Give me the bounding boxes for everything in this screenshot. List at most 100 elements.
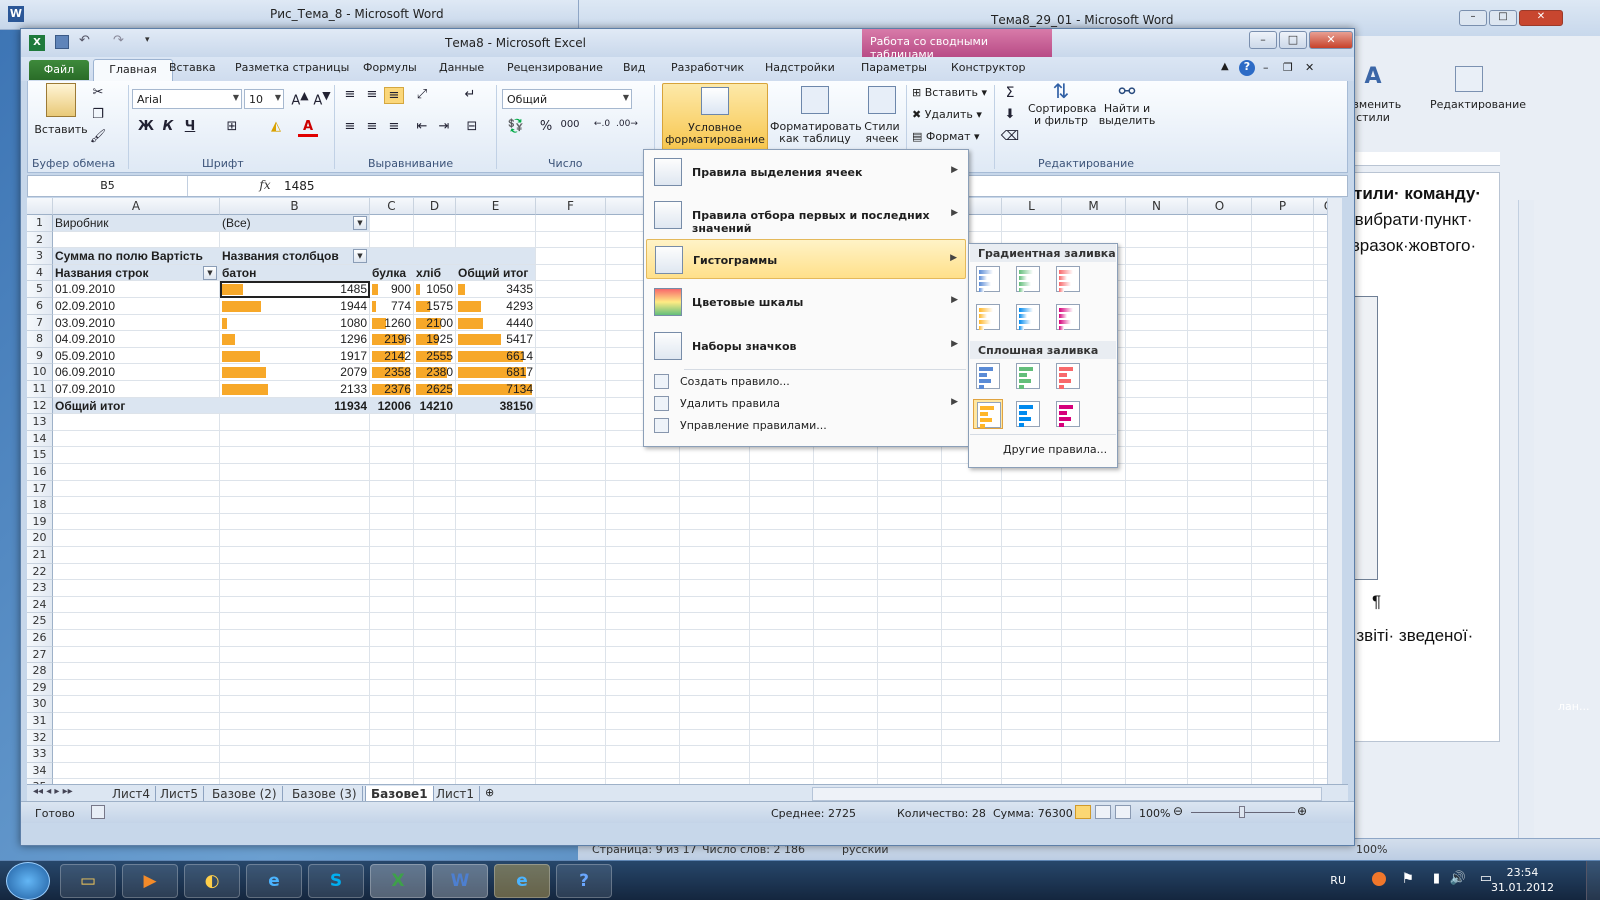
tab-formulas[interactable]: Формулы — [363, 61, 417, 74]
word-vertical-scrollbar[interactable] — [1518, 200, 1534, 840]
pivot-header[interactable]: батон — [222, 265, 367, 281]
pivot-row-label[interactable]: Названия строк — [55, 265, 217, 281]
undo-icon[interactable]: ↶ — [79, 33, 90, 48]
word-icon[interactable]: W — [432, 864, 488, 898]
format-as-table-button[interactable]: Форматировать как таблицу — [770, 83, 862, 145]
tab-data[interactable]: Данные — [439, 61, 484, 74]
borders-icon[interactable]: ⊞ — [222, 119, 242, 134]
font-color-icon[interactable]: A — [298, 119, 318, 137]
align-middle-icon[interactable]: ≡ — [362, 87, 382, 102]
ie-icon[interactable]: e — [246, 864, 302, 898]
normal-view-icon[interactable] — [1075, 805, 1091, 819]
font-grow-icon[interactable]: A▲ — [290, 89, 310, 108]
menu-color-scales[interactable]: Цветовые шкалы ▶ — [646, 282, 966, 322]
cell-styles-button[interactable]: Стили ячеек — [862, 83, 902, 145]
align-bottom-icon[interactable]: ≡ — [384, 87, 404, 104]
filter-dropdown-button[interactable]: ▼ — [353, 216, 367, 230]
excel-app-icon[interactable]: X — [29, 35, 45, 51]
pivot-value[interactable]: 2100 — [416, 315, 453, 331]
pivot-value[interactable]: 2358 — [372, 364, 411, 380]
pivot-row-date[interactable]: 05.09.2010 — [55, 348, 217, 364]
pivot-value[interactable]: 1050 — [416, 281, 453, 297]
pivot-value[interactable]: 2376 — [372, 381, 411, 397]
comma-style-icon[interactable]: 000 — [560, 119, 580, 130]
find-select-button[interactable]: ⚯ Найти и выделить — [1098, 81, 1156, 127]
row-header[interactable]: 19 — [27, 513, 53, 531]
row-header[interactable]: 5 — [27, 281, 53, 298]
filter-dropdown-button[interactable]: ▼ — [353, 249, 367, 264]
network-icon[interactable]: ▮ — [1433, 871, 1440, 886]
align-center-icon[interactable]: ≡ — [362, 119, 382, 134]
pivot-header[interactable]: булка — [372, 265, 411, 281]
filter-dropdown-button[interactable]: ▼ — [203, 265, 217, 280]
tab-home[interactable]: Главная — [93, 59, 173, 82]
row-header[interactable]: 13 — [27, 414, 53, 431]
pivot-row-date[interactable]: 01.09.2010 — [55, 281, 217, 297]
clock[interactable]: 23:54 31.01.2012 — [1491, 865, 1554, 895]
fill-icon[interactable]: ⬇ — [1000, 107, 1020, 122]
pivot-row-date[interactable]: 04.09.2010 — [55, 331, 217, 347]
copy-icon[interactable]: ❐ — [88, 107, 108, 122]
column-header[interactable]: M — [1062, 198, 1126, 215]
number-format-combo[interactable]: Общий ▼ — [502, 89, 632, 109]
volume-icon[interactable]: 🔊 — [1450, 871, 1466, 886]
pivot-value[interactable]: 2555 — [416, 348, 453, 364]
row-header[interactable]: 14 — [27, 430, 53, 448]
pivot-value[interactable]: 774 — [372, 298, 411, 314]
pivot-row-date[interactable]: 03.09.2010 — [55, 315, 217, 331]
qat-customize-icon[interactable]: ▾ — [145, 35, 150, 45]
underline-button[interactable]: Ч — [180, 119, 200, 134]
pivot-grand-value[interactable]: 14210 — [416, 398, 453, 414]
conditional-formatting-button[interactable]: Условное форматирование — [662, 83, 768, 153]
align-left-icon[interactable]: ≡ — [340, 119, 360, 134]
pivot-grand-value[interactable]: 38150 — [458, 398, 533, 414]
solid-data-bar-option[interactable] — [973, 399, 1003, 429]
orientation-icon[interactable]: ⤢ — [412, 87, 432, 102]
pivot-value[interactable]: 1575 — [416, 298, 453, 314]
paste-button[interactable]: Вставить — [34, 83, 88, 136]
gradient-data-bar-option[interactable] — [1053, 302, 1083, 332]
pivot-row-date[interactable]: 06.09.2010 — [55, 364, 217, 380]
menu-new-rule[interactable]: Создать правило... — [646, 371, 966, 393]
pivot-grand-value[interactable]: 11934 — [222, 398, 367, 414]
save-icon[interactable] — [55, 35, 69, 49]
gradient-data-bar-option[interactable] — [973, 302, 1003, 332]
formula-input[interactable]: 1485 — [284, 179, 315, 193]
tab-review[interactable]: Рецензирование — [507, 61, 603, 74]
row-header[interactable]: 15 — [27, 447, 53, 464]
delete-cells-button[interactable]: ✖ Удалить ▾ — [912, 109, 982, 121]
minimize-button[interactable]: – — [1249, 31, 1277, 49]
row-header[interactable]: 23 — [27, 580, 53, 597]
column-header[interactable]: B — [220, 198, 370, 215]
pivot-value[interactable]: 2133 — [222, 381, 367, 397]
autosum-icon[interactable]: Σ — [1000, 85, 1020, 101]
row-header[interactable]: 1 — [27, 215, 53, 232]
currency-icon[interactable]: 💱 — [506, 119, 526, 134]
sheet-tab[interactable]: Лист1 — [431, 786, 481, 802]
insert-function-button[interactable]: fx — [250, 176, 280, 196]
merge-center-icon[interactable]: ⊟ — [462, 119, 482, 134]
pivot-value[interactable]: 1485 — [222, 281, 367, 297]
tab-pivot-design[interactable]: Конструктор — [951, 61, 1025, 74]
maximize-button[interactable]: □ — [1279, 31, 1307, 49]
row-header[interactable]: 29 — [27, 679, 53, 697]
row-header[interactable]: 32 — [27, 729, 53, 747]
solid-data-bar-option[interactable] — [1053, 361, 1083, 391]
tab-view[interactable]: Вид — [623, 61, 645, 74]
excel-titlebar[interactable]: X ↶ ↷ ▾ Тема8 - Microsoft Excel Работа с… — [21, 29, 1354, 61]
zoom-in-icon[interactable]: ⊕ — [1297, 804, 1307, 818]
pivot-value[interactable]: 3435 — [458, 281, 533, 297]
row-header[interactable]: 17 — [27, 480, 53, 498]
pivot-value[interactable]: 2142 — [372, 348, 411, 364]
language-indicator[interactable]: RU — [1330, 874, 1346, 887]
flag-icon[interactable]: ⚑ — [1401, 871, 1414, 887]
row-header[interactable]: 22 — [27, 563, 53, 581]
row-header[interactable]: 12 — [27, 397, 53, 415]
macro-record-icon[interactable] — [91, 805, 105, 819]
name-box[interactable]: B5 — [28, 176, 188, 196]
pivot-value[interactable]: 2380 — [416, 364, 453, 380]
pivot-value[interactable]: 2625 — [416, 381, 453, 397]
row-header[interactable]: 10 — [27, 364, 53, 381]
solid-data-bar-option[interactable] — [1053, 399, 1083, 429]
row-header[interactable]: 8 — [27, 331, 53, 348]
